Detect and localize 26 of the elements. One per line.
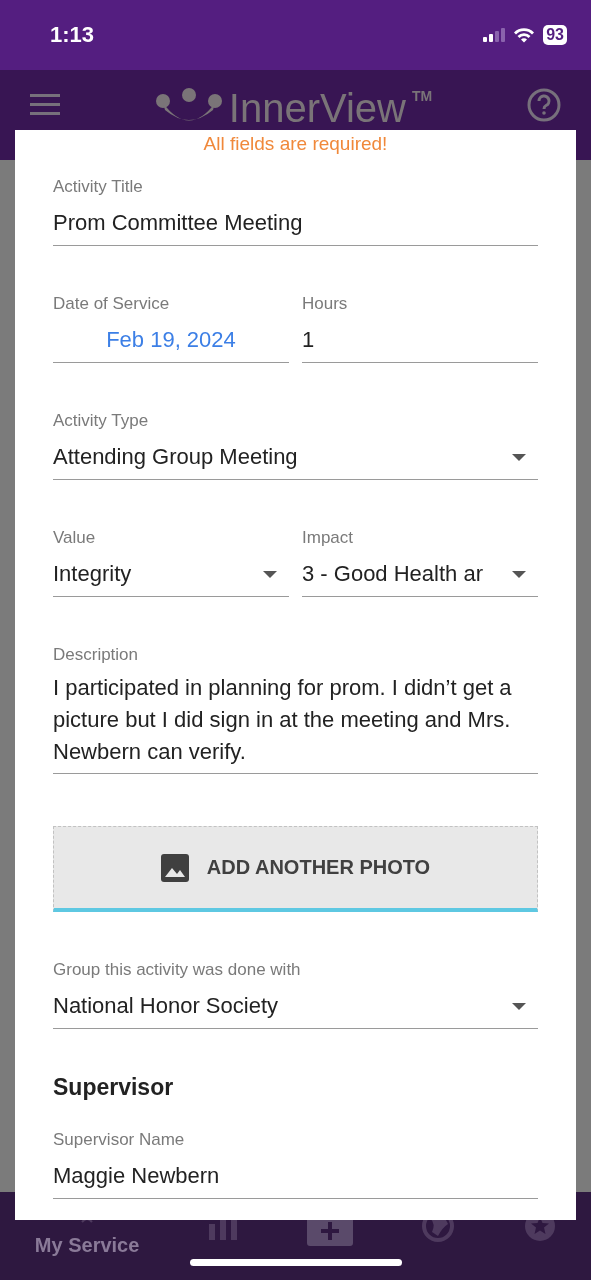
- app-title: InnerView: [228, 88, 406, 128]
- image-icon: [160, 853, 189, 882]
- battery-level: 93: [543, 25, 567, 45]
- add-photo-button[interactable]: ADD ANOTHER PHOTO: [53, 826, 538, 912]
- caret-icon: [512, 453, 526, 461]
- clock-time: 1:13: [50, 22, 95, 48]
- section-heading: Supervisor: [53, 1073, 175, 1102]
- trademark-mark: TM: [411, 88, 433, 104]
- caret-icon: [512, 570, 526, 578]
- input-field[interactable]: Activity Title Prom Committee Meeting: [53, 176, 538, 246]
- nav-label[interactable]: My Service: [34, 1234, 140, 1257]
- signal-icon: [483, 28, 506, 42]
- dropdown-field[interactable]: Impact 3 - Good Health ar: [302, 527, 538, 597]
- input-field[interactable]: Hours 1: [302, 293, 538, 363]
- required-notice: All fields are required!: [202, 132, 389, 156]
- dropdown-field[interactable]: Group this activity was done with National Honor Society: [53, 959, 538, 1029]
- input-field[interactable]: Description I participated in planning for prom. I didn’t get a picture but I did sign in at the meeting and Mrs. Newbern can verify.: [53, 644, 538, 774]
- help-icon[interactable]: [527, 88, 561, 122]
- caret-icon: [512, 1002, 526, 1010]
- input-field[interactable]: Supervisor Name Maggie Newbern: [53, 1129, 538, 1199]
- menu-icon[interactable]: [30, 94, 60, 116]
- wifi-icon: [513, 27, 536, 43]
- dropdown-field[interactable]: Value Integrity: [53, 527, 289, 597]
- dropdown-field[interactable]: Activity Type Attending Group Meeting: [53, 410, 538, 480]
- input-field[interactable]: Date of Service Feb 19, 2024: [53, 293, 289, 363]
- caret-icon: [263, 570, 277, 578]
